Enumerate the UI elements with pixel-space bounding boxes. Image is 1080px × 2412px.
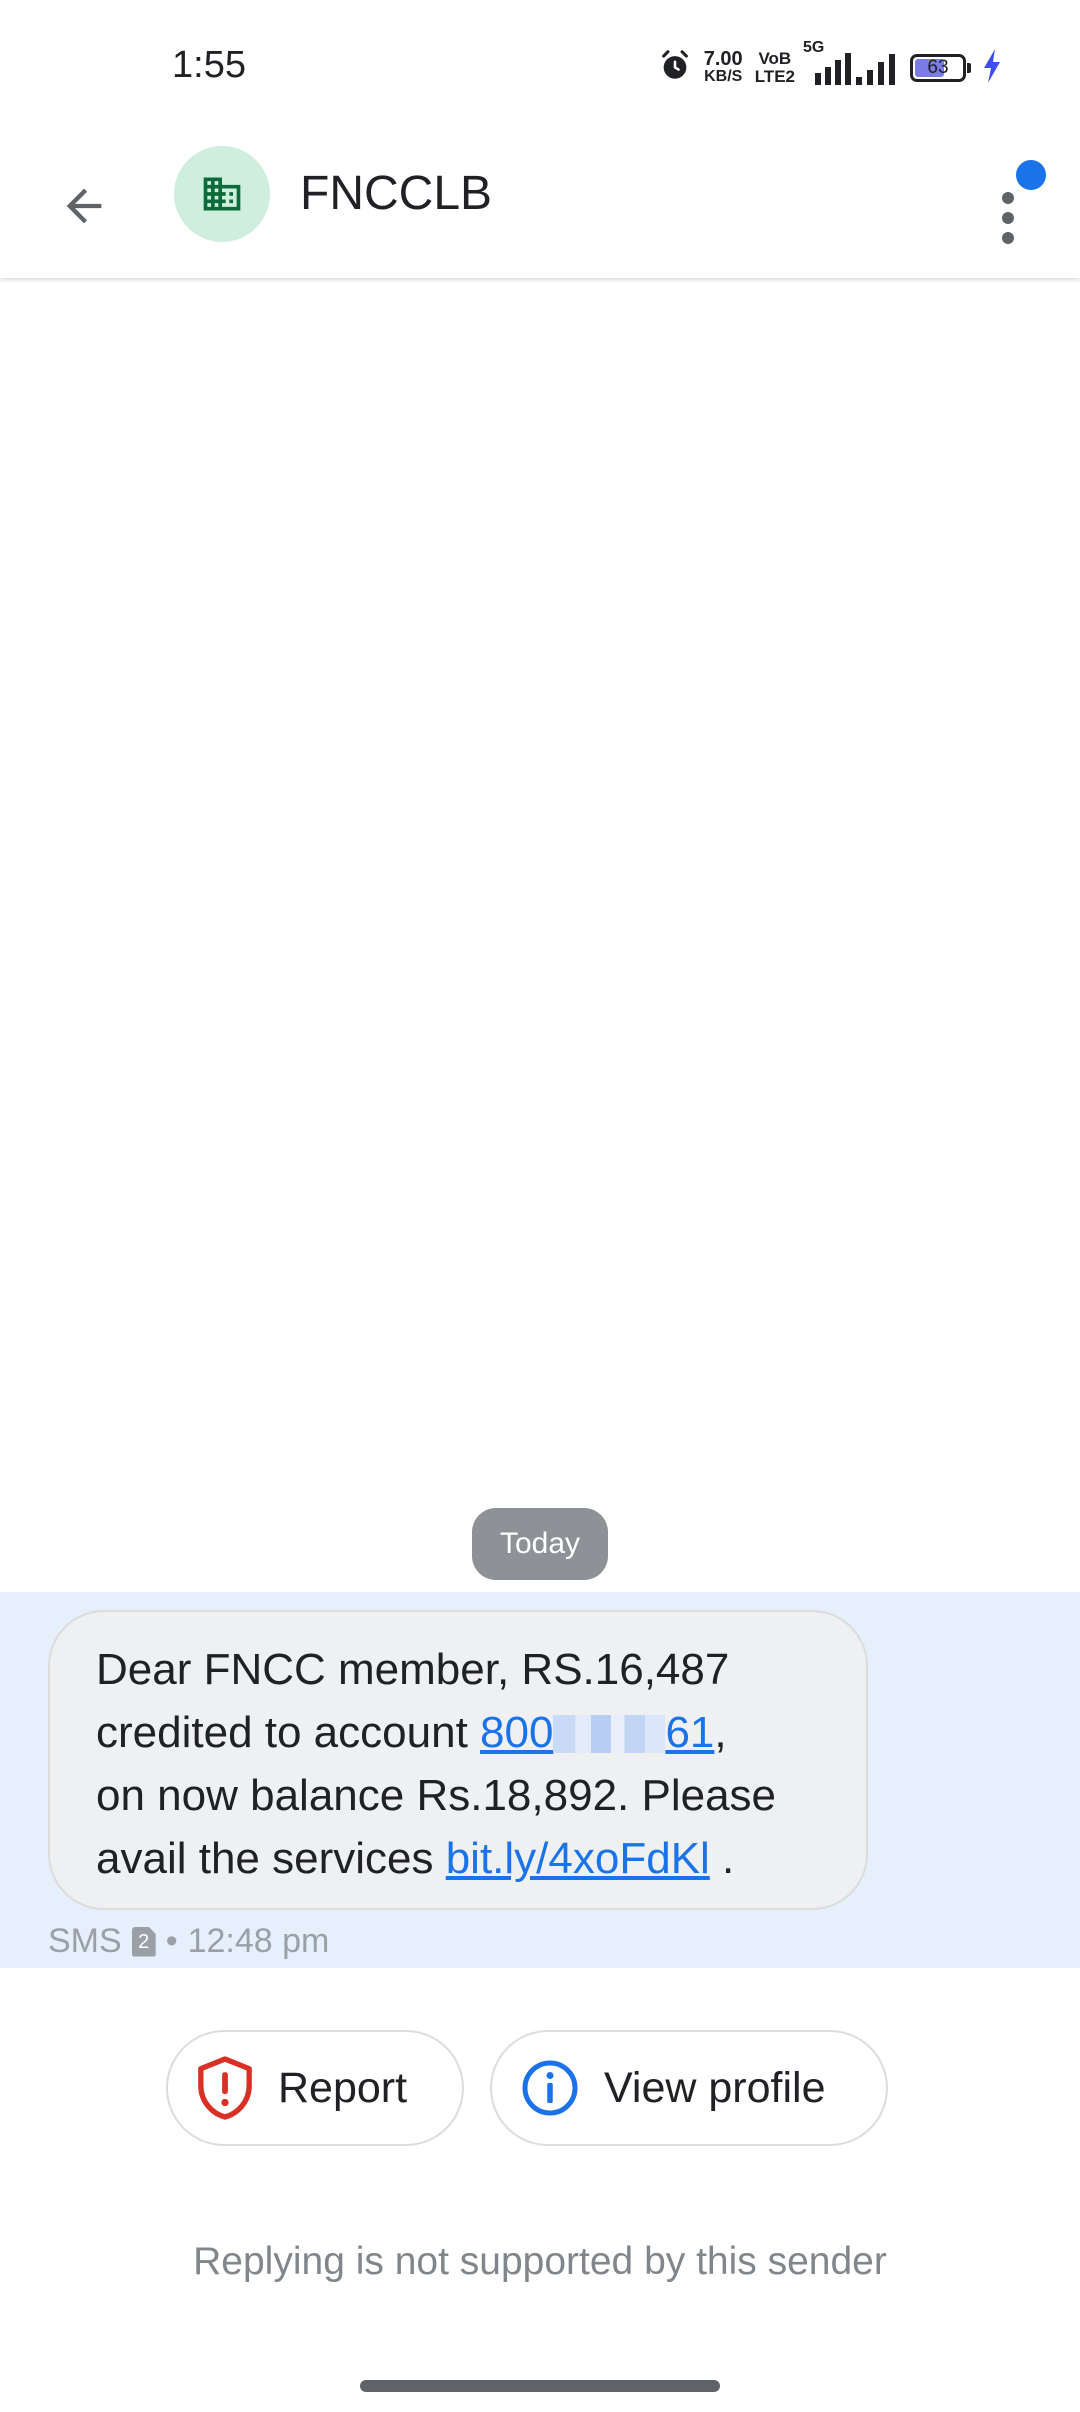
battery-icon: 63	[910, 54, 971, 82]
signal-icon: 5G	[803, 39, 898, 85]
account-number-end: 61	[665, 1708, 715, 1757]
view-profile-button[interactable]: View profile	[490, 2030, 888, 2146]
message-text: ,	[714, 1708, 727, 1757]
message-row[interactable]: Dear FNCC member, RS.16,487 credited to …	[0, 1592, 1080, 1968]
back-button[interactable]	[44, 166, 124, 246]
battery-level: 63	[927, 57, 949, 78]
message-text: credited to account	[96, 1708, 481, 1757]
volte-indicator: VoB LTE2	[755, 50, 795, 86]
message-time: 12:48 pm	[187, 1922, 330, 1960]
volte-bottom: LTE2	[754, 67, 795, 86]
charging-icon	[982, 48, 1002, 88]
network-type: 5G	[803, 39, 825, 56]
more-options-button[interactable]	[972, 158, 1052, 248]
message-bubble[interactable]: Dear FNCC member, RS.16,487 credited to …	[48, 1610, 868, 1910]
business-icon	[203, 177, 241, 211]
home-indicator[interactable]	[360, 2380, 720, 2392]
status-icons: 7.00 KB/S VoB LTE2 5G 63	[658, 39, 1002, 90]
report-button[interactable]: Report	[166, 2030, 464, 2146]
more-vert-icon-dot	[1002, 212, 1014, 224]
account-number-start: 800	[480, 1708, 554, 1757]
report-shield-icon	[196, 2056, 254, 2120]
view-profile-label: View profile	[604, 2063, 826, 2112]
report-label: Report	[278, 2063, 408, 2112]
status-time: 1:55	[172, 44, 246, 86]
date-chip: Today	[472, 1508, 608, 1580]
info-icon	[520, 2058, 580, 2118]
message-text: avail the services	[96, 1834, 446, 1883]
more-vert-icon-dot-bottom	[1002, 232, 1014, 244]
notification-dot	[1016, 160, 1046, 190]
avatar[interactable]	[174, 146, 270, 242]
status-bar: 1:55 7.00 KB/S VoB LTE2 5G 63	[0, 0, 1080, 140]
message-line: avail the services bit.ly/4xoFdKl .	[96, 1827, 826, 1890]
alarm-icon	[658, 49, 692, 88]
message-line: credited to account 800 61,	[96, 1701, 826, 1764]
message-text: .	[709, 1834, 735, 1883]
account-number-link[interactable]: 800 61	[480, 1708, 714, 1757]
net-speed-unit: KB/S	[704, 68, 743, 85]
sender-name: FNCCLB	[300, 167, 493, 220]
volte-top: VoB	[758, 49, 792, 68]
short-url-link[interactable]: bit.ly/4xoFdKl	[446, 1834, 710, 1883]
message-channel: SMS	[48, 1922, 122, 1960]
sim-card-icon: 2	[131, 1926, 156, 1957]
arrow-back-icon	[66, 188, 102, 224]
net-speed-value: 7.00	[703, 48, 743, 70]
app-bar: FNCCLB	[0, 140, 1080, 278]
message-line: Dear FNCC member, RS.16,487	[96, 1645, 730, 1694]
message-meta: SMS 2 • 12:48 pm	[48, 1922, 329, 1961]
reply-not-supported-note: Replying is not supported by this sender	[193, 2240, 887, 2283]
net-speed: 7.00 KB/S	[703, 48, 743, 86]
redacted-digits	[553, 1715, 666, 1753]
more-vert-icon	[1002, 192, 1014, 204]
meta-separator: •	[165, 1922, 178, 1960]
message-line: on now balance Rs.18,892. Please	[96, 1771, 777, 1820]
